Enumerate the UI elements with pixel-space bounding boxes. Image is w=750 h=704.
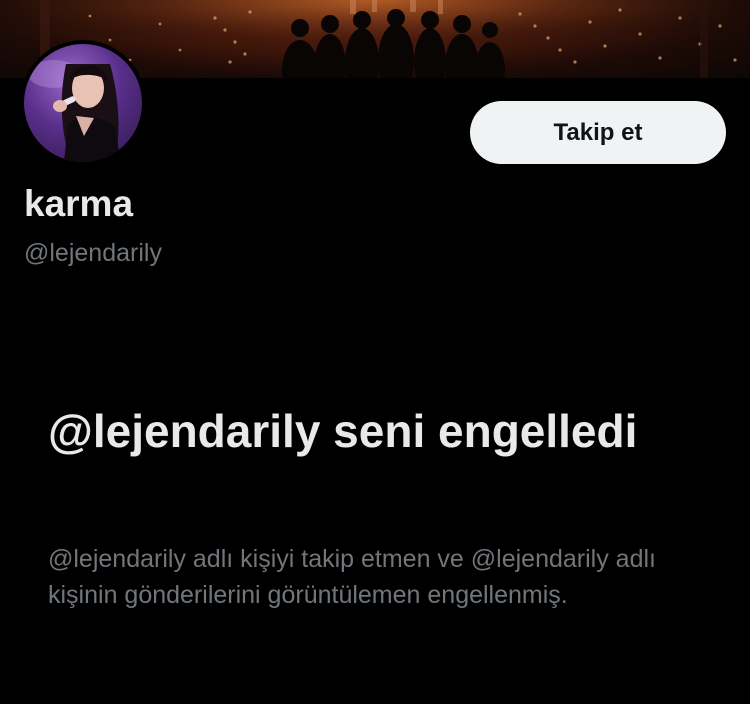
profile-display-name: karma: [24, 183, 134, 224]
follow-button[interactable]: Takip et: [470, 101, 726, 164]
profile-avatar[interactable]: [20, 40, 146, 166]
blocked-description: @lejendarily adlı kişiyi takip etmen ve …: [48, 545, 656, 609]
profile-handle: @lejendarily: [24, 239, 162, 267]
blocked-title: @lejendarily seni engelledi: [48, 405, 638, 457]
avatar-image: [24, 44, 142, 162]
